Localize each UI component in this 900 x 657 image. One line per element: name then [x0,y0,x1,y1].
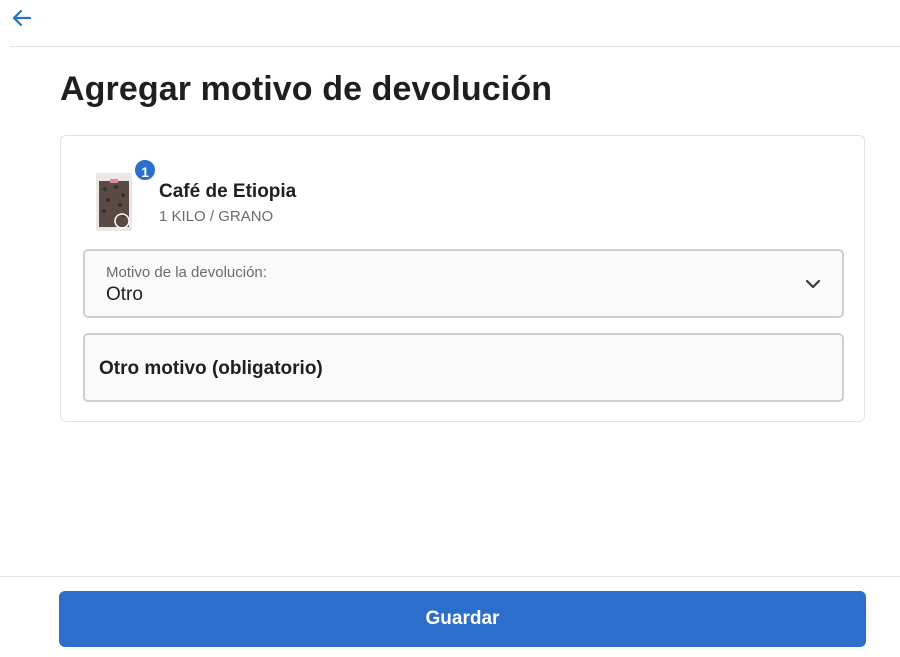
other-reason-input[interactable]: Otro motivo (obligatorio) [83,333,844,402]
return-item-card: 1 Café de Etiopia 1 KILO / GRANO Motivo … [60,135,865,422]
product-image [96,173,132,231]
back-button[interactable] [10,6,34,30]
return-reason-select[interactable]: Motivo de la devolución: Otro [83,249,844,318]
quantity-badge: 1 [133,158,157,182]
footer-divider [0,576,900,577]
product-variant: 1 KILO / GRANO [159,208,274,225]
chevron-down-icon [805,279,821,289]
save-button[interactable]: Guardar [59,591,866,647]
return-reason-value: Otro [106,284,143,305]
arrow-left-icon [12,9,32,27]
top-bar [10,0,900,47]
page-title: Agregar motivo de devolución [60,70,553,108]
other-reason-placeholder: Otro motivo (obligatorio) [99,358,323,379]
product-name: Café de Etiopia [159,181,297,202]
return-reason-label: Motivo de la devolución: [106,264,267,281]
